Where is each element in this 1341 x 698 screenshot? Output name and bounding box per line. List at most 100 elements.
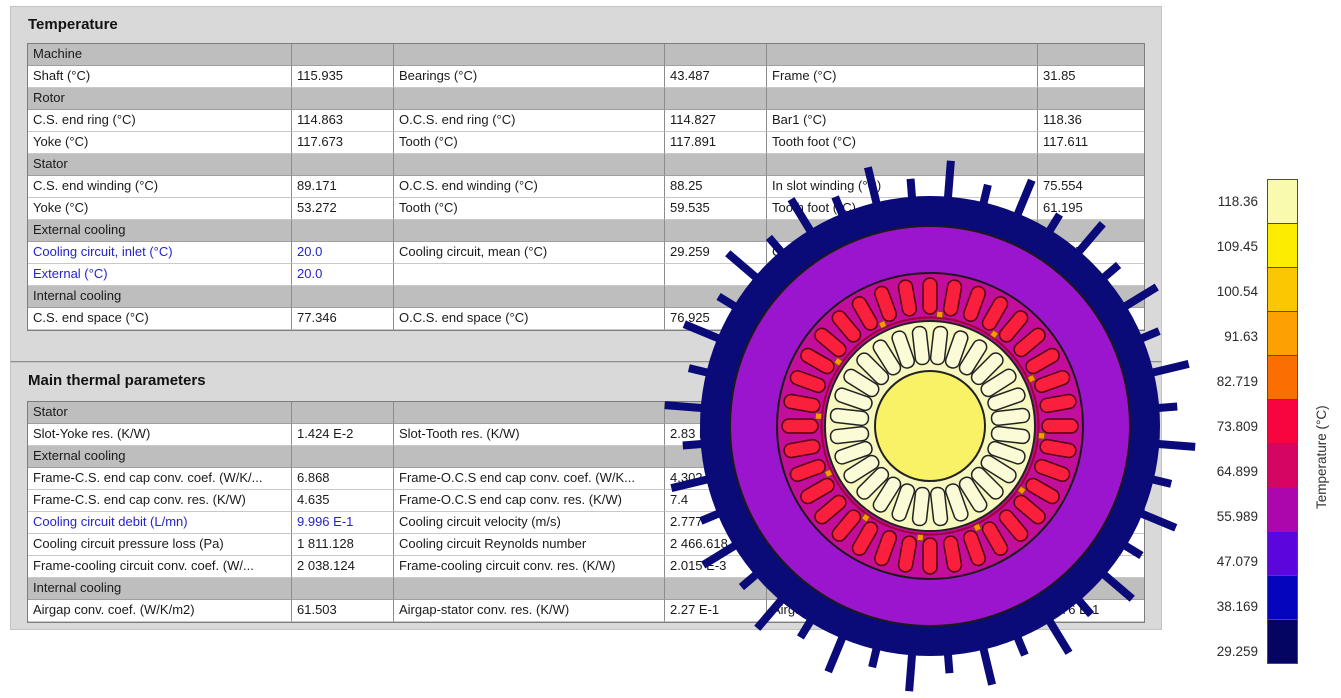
stator-slot-winding — [1042, 419, 1078, 433]
parameter-label-cell: Tooth (°C) — [394, 132, 665, 154]
section-header-cell: Internal cooling — [28, 578, 292, 600]
parameter-value-cell: 115.935 — [292, 66, 394, 88]
section-header-cell — [292, 220, 394, 242]
colorbar-tick-label: 91.63 — [1178, 328, 1258, 346]
parameter-value-cell: 9.996 E-1 — [292, 512, 394, 534]
parameter-value-cell: 117.611 — [1038, 132, 1144, 154]
section-header-cell — [394, 446, 665, 468]
parameter-label-cell — [394, 264, 665, 286]
parameter-value-cell: 118.36 — [1038, 110, 1144, 132]
colorbar-tick-label: 82.719 — [1178, 373, 1258, 391]
parameter-label-cell: Slot-Yoke res. (K/W) — [28, 424, 292, 446]
parameter-value-cell: 114.827 — [665, 110, 767, 132]
parameter-label-cell: Frame-O.C.S end cap conv. res. (K/W) — [394, 490, 665, 512]
parameter-label-cell: O.C.S. end ring (°C) — [394, 110, 665, 132]
section-header-cell — [665, 88, 767, 110]
temperature-panel-title: Temperature — [28, 16, 118, 33]
stator-slot-winding — [923, 278, 937, 314]
parameter-label-cell: Bearings (°C) — [394, 66, 665, 88]
parameter-label-cell: Tooth foot (°C) — [767, 132, 1038, 154]
parameter-value-cell: 20.0 — [292, 264, 394, 286]
parameter-label-cell: Cooling circuit, inlet (°C) — [28, 242, 292, 264]
colorbar-block — [1267, 575, 1298, 620]
parameter-label-cell: Airgap conv. coef. (W/K/m2) — [28, 600, 292, 622]
section-header-cell — [292, 44, 394, 66]
colorbar-tick-label: 29.259 — [1178, 643, 1258, 661]
parameter-value-cell: 117.891 — [665, 132, 767, 154]
section-header-cell: Machine — [28, 44, 292, 66]
parameter-label-cell: Frame-cooling circuit conv. coef. (W/... — [28, 556, 292, 578]
section-header-cell: Stator — [28, 402, 292, 424]
parameter-label-cell: Cooling circuit Reynolds number — [394, 534, 665, 556]
colorbar-tick-label: 38.169 — [1178, 598, 1258, 616]
temperature-colorbar — [1267, 180, 1298, 664]
parameter-value-cell: 117.673 — [292, 132, 394, 154]
parameter-value-cell: 114.863 — [292, 110, 394, 132]
parameter-label-cell: Frame-cooling circuit conv. res. (K/W) — [394, 556, 665, 578]
parameter-label-cell: Cooling circuit pressure loss (Pa) — [28, 534, 292, 556]
colorbar-block — [1267, 311, 1298, 356]
parameter-label-cell: Yoke (°C) — [28, 132, 292, 154]
section-header-cell: External cooling — [28, 446, 292, 468]
section-header-cell — [767, 88, 1038, 110]
section-header-cell — [292, 88, 394, 110]
shaft — [875, 371, 985, 481]
parameter-label-cell: Airgap-stator conv. res. (K/W) — [394, 600, 665, 622]
stator-slot-winding — [782, 419, 818, 433]
parameter-value-cell: 1.424 E-2 — [292, 424, 394, 446]
colorbar-tick-label: 100.54 — [1178, 283, 1258, 301]
parameter-label-cell: Frame-O.C.S end cap conv. coef. (W/K... — [394, 468, 665, 490]
parameter-value-cell: 4.635 — [292, 490, 394, 512]
parameter-value-cell: 6.868 — [292, 468, 394, 490]
slot-wedge-dot — [815, 413, 822, 420]
colorbar-block — [1267, 179, 1298, 224]
colorbar-block — [1267, 487, 1298, 532]
section-header-cell — [394, 88, 665, 110]
section-header-cell — [292, 402, 394, 424]
section-header-cell — [394, 154, 665, 176]
colorbar-axis-label: Temperature (°C) — [1314, 350, 1329, 564]
colorbar-block — [1267, 267, 1298, 312]
parameter-value-cell: 2 038.124 — [292, 556, 394, 578]
section-header-cell: External cooling — [28, 220, 292, 242]
section-header-cell — [1038, 88, 1144, 110]
section-header-cell — [394, 44, 665, 66]
section-header-cell: Internal cooling — [28, 286, 292, 308]
section-header-cell — [1038, 44, 1144, 66]
colorbar-block — [1267, 531, 1298, 576]
section-header-cell — [767, 44, 1038, 66]
parameter-value-cell: 53.272 — [292, 198, 394, 220]
parameter-label-cell: Yoke (°C) — [28, 198, 292, 220]
colorbar-block — [1267, 619, 1298, 664]
parameter-label-cell: Bar1 (°C) — [767, 110, 1038, 132]
colorbar-tick-label: 64.899 — [1178, 463, 1258, 481]
parameter-label-cell: C.S. end winding (°C) — [28, 176, 292, 198]
parameter-label-cell: Shaft (°C) — [28, 66, 292, 88]
parameter-value-cell: 89.171 — [292, 176, 394, 198]
parameter-label-cell: C.S. end ring (°C) — [28, 110, 292, 132]
parameter-value-cell: 77.346 — [292, 308, 394, 330]
section-header-cell — [292, 578, 394, 600]
parameter-value-cell: 20.0 — [292, 242, 394, 264]
colorbar-block — [1267, 443, 1298, 488]
slot-wedge-dot — [917, 534, 924, 541]
colorbar-tick-label: 73.809 — [1178, 418, 1258, 436]
colorbar-tick-label: 109.45 — [1178, 238, 1258, 256]
stator-slot-winding — [923, 538, 937, 574]
colorbar-block — [1267, 355, 1298, 400]
colorbar-block — [1267, 399, 1298, 444]
parameter-label-cell: External (°C) — [28, 264, 292, 286]
parameter-value-cell: 1 811.128 — [292, 534, 394, 556]
parameter-value-cell: 43.487 — [665, 66, 767, 88]
parameter-label-cell: Tooth (°C) — [394, 198, 665, 220]
section-header-cell: Stator — [28, 154, 292, 176]
section-header-cell — [394, 402, 665, 424]
section-header-cell — [292, 446, 394, 468]
parameter-label-cell: Cooling circuit velocity (m/s) — [394, 512, 665, 534]
section-header-cell — [292, 154, 394, 176]
parameter-label-cell: Cooling circuit, mean (°C) — [394, 242, 665, 264]
motor-cross-section — [658, 154, 1202, 698]
parameter-value-cell: 61.503 — [292, 600, 394, 622]
colorbar-tick-label: 55.989 — [1178, 508, 1258, 526]
parameter-label-cell: O.C.S. end winding (°C) — [394, 176, 665, 198]
